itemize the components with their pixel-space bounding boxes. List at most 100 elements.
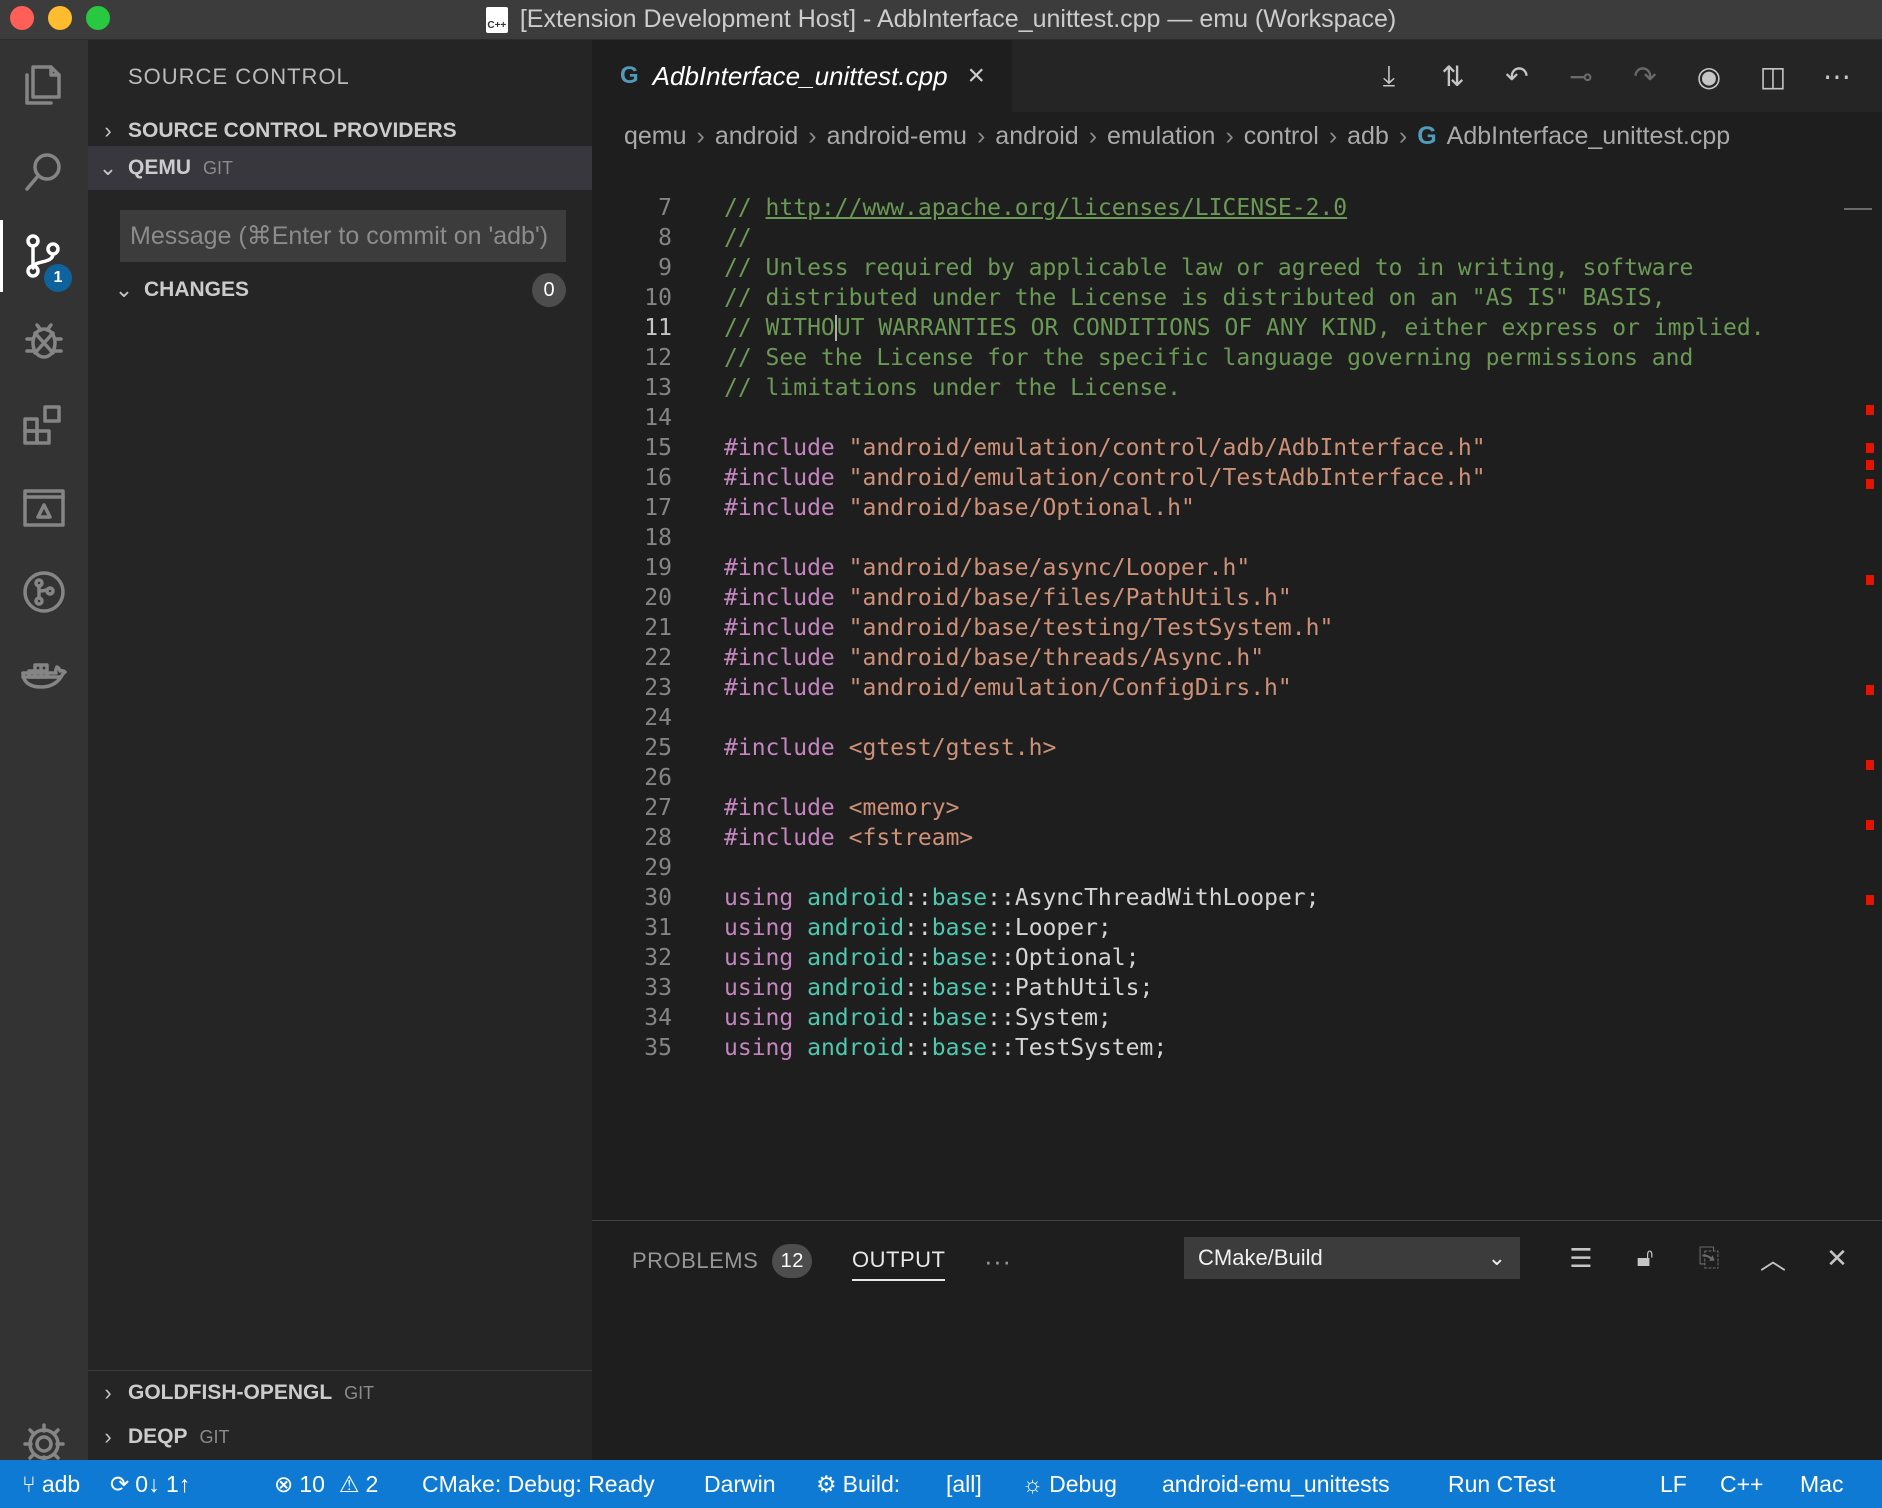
breadcrumb-item[interactable]: adb <box>1347 122 1389 151</box>
chevron-right-icon: › <box>104 1380 112 1405</box>
breadcrumb-item[interactable]: android <box>995 122 1078 151</box>
problems-status[interactable]: ⊗ 10 ⚠ 2 <box>274 1460 378 1508</box>
source-control-sidebar: SOURCE CONTROL › SOURCE CONTROL PROVIDER… <box>88 40 592 1460</box>
scm-badge: 1 <box>44 264 72 292</box>
license-link[interactable]: http://www.apache.org/licenses/LICENSE-2… <box>766 195 1348 221</box>
code-line: 35 using android::base::TestSystem; <box>644 1035 1168 1061</box>
cmake-status[interactable]: CMake: Debug: Ready <box>422 1460 655 1508</box>
repo-name: QEMU <box>128 156 191 179</box>
window-title-text: [Extension Development Host] - AdbInterf… <box>519 5 1397 33</box>
window-title: C++ [Extension Development Host] - AdbIn… <box>485 5 1397 34</box>
search-icon[interactable] <box>0 128 88 216</box>
activity-bar: 1 <box>0 40 88 1465</box>
breadcrumb-item[interactable]: android-emu <box>827 122 967 151</box>
breadcrumb-item[interactable]: android <box>715 122 798 151</box>
commit-dot-icon[interactable]: ⊸ <box>1562 54 1600 98</box>
editor-area: G AdbInterface_unittest.cpp × ⤓ ⇅ ↶ ⊸ ↷ … <box>592 40 1882 1220</box>
git-branch-icon: ⑂ <box>22 1470 36 1497</box>
breadcrumb-item[interactable]: emulation <box>1107 122 1215 151</box>
panel-actions: ☰ 🔓︎ ⎘ ︿ ✕ <box>1562 1237 1856 1279</box>
error-marker <box>1866 760 1874 770</box>
go-forward-icon[interactable]: ↷ <box>1626 54 1664 98</box>
platform-status[interactable]: Darwin <box>704 1460 776 1508</box>
explorer-icon[interactable] <box>0 40 88 128</box>
bottom-panel: PROBLEMS 12 OUTPUT ··· CMake/Build ⌄ ☰ 🔓… <box>592 1220 1882 1460</box>
breadcrumb-file[interactable]: AdbInterface_unittest.cpp <box>1447 122 1731 151</box>
repo-goldfish-opengl-header[interactable]: › GOLDFISH-OPENGL GIT <box>88 1371 592 1415</box>
minimize-window-button[interactable] <box>48 6 72 30</box>
changes-header[interactable]: ⌄ CHANGES 0 <box>104 268 592 312</box>
open-changes-icon[interactable]: ⇅ <box>1434 54 1472 98</box>
stage-file-icon[interactable]: ⤓ <box>1370 54 1408 98</box>
output-channel-select[interactable]: CMake/Build ⌄ <box>1184 1237 1520 1279</box>
more-panels-icon[interactable]: ··· <box>984 1241 1011 1281</box>
tab-problems[interactable]: PROBLEMS 12 <box>632 1241 813 1281</box>
error-marker <box>1866 685 1874 695</box>
git-graph-icon[interactable] <box>0 548 88 636</box>
repo-type: GIT <box>344 1382 375 1403</box>
debug-button[interactable]: ☼ Debug <box>1022 1460 1117 1508</box>
launch-target[interactable]: android-emu_unittests <box>1162 1460 1390 1508</box>
chevron-down-icon: ⌄ <box>98 155 118 180</box>
extensions-icon[interactable] <box>0 380 88 468</box>
debug-icon[interactable] <box>0 296 88 384</box>
repo-deqp-header[interactable]: › DEQP GIT <box>88 1415 592 1459</box>
editor-toolbar: ⤓ ⇅ ↶ ⊸ ↷ ◉ ◫ ⋯ <box>1370 54 1856 98</box>
sync-status[interactable]: ⟳ 0↓ 1↑ <box>110 1460 190 1508</box>
changes-count-badge: 0 <box>532 273 566 307</box>
more-actions-icon[interactable]: ⋯ <box>1818 54 1856 98</box>
error-marker <box>1866 820 1874 830</box>
language-status[interactable]: C++ <box>1720 1460 1763 1508</box>
repo-name: DEQP <box>128 1425 188 1448</box>
other-repos: › GOLDFISH-OPENGL GIT › DEQP GIT <box>88 1370 592 1460</box>
breadcrumb-item[interactable]: control <box>1244 122 1319 151</box>
clear-output-icon[interactable]: ☰ <box>1562 1237 1600 1279</box>
maximize-panel-icon[interactable]: ︿ <box>1754 1237 1792 1279</box>
error-marker <box>1866 895 1874 905</box>
cpp-file-icon: G <box>1417 121 1437 150</box>
repo-type: GIT <box>203 157 233 178</box>
breadcrumb-item[interactable]: qemu <box>624 122 687 151</box>
go-back-icon[interactable]: ↶ <box>1498 54 1536 98</box>
maximize-window-button[interactable] <box>86 6 110 30</box>
close-icon[interactable]: × <box>968 59 986 93</box>
error-marker <box>1866 405 1874 415</box>
close-window-button[interactable] <box>10 6 34 30</box>
open-log-file-icon[interactable]: ⎘ <box>1690 1237 1728 1279</box>
chevron-right-icon: › <box>104 1424 112 1449</box>
error-icon: ⊗ <box>274 1470 294 1497</box>
chevron-down-icon: ⌄ <box>114 277 134 302</box>
docker-icon[interactable] <box>0 632 88 720</box>
source-control-icon[interactable]: 1 <box>0 212 88 300</box>
tab-adbinterface-unittest[interactable]: G AdbInterface_unittest.cpp × <box>592 40 1012 112</box>
cpp-file-icon: G <box>620 62 639 89</box>
git-lens-icon[interactable]: ◉ <box>1690 54 1728 98</box>
repo-qemu-header[interactable]: ⌄ QEMU GIT <box>88 146 592 190</box>
chevron-right-icon: › <box>104 118 112 143</box>
tab-output[interactable]: OUTPUT <box>852 1241 946 1281</box>
title-bar: C++ [Extension Development Host] - AdbIn… <box>0 0 1882 40</box>
split-editor-icon[interactable]: ◫ <box>1754 54 1792 98</box>
warning-icon: ⚠ <box>338 1470 360 1497</box>
chevron-down-icon: ⌄ <box>1487 1245 1506 1270</box>
gear-icon: ⚙ <box>816 1470 837 1497</box>
unlock-scroll-icon[interactable]: 🔓︎ <box>1626 1237 1664 1279</box>
remote-explorer-icon[interactable] <box>0 464 88 552</box>
error-marker <box>1866 460 1874 470</box>
branch-status[interactable]: ⑂ adb <box>22 1460 80 1508</box>
problems-count-badge: 12 <box>772 1244 813 1278</box>
repo-type: GIT <box>199 1426 230 1447</box>
build-target[interactable]: [all] <box>946 1460 982 1508</box>
status-bar: ⑂ adb ⟳ 0↓ 1↑ ⊗ 10 ⚠ 2 CMake: Debug: Rea… <box>0 1460 1882 1508</box>
build-button[interactable]: ⚙ Build: <box>816 1460 900 1508</box>
close-panel-icon[interactable]: ✕ <box>1818 1237 1856 1279</box>
run-ctest-button[interactable]: Run CTest <box>1448 1460 1555 1508</box>
eol-status[interactable]: LF <box>1660 1460 1687 1508</box>
sidebar-title: SOURCE CONTROL <box>128 64 350 89</box>
commit-message-input[interactable] <box>120 210 566 262</box>
bug-icon: ☼ <box>1022 1470 1044 1497</box>
window-controls <box>10 6 110 30</box>
editor-scrollbar[interactable] <box>1860 190 1874 1260</box>
sync-icon: ⟳ <box>110 1470 130 1497</box>
platform-short-status[interactable]: Mac <box>1800 1460 1843 1508</box>
